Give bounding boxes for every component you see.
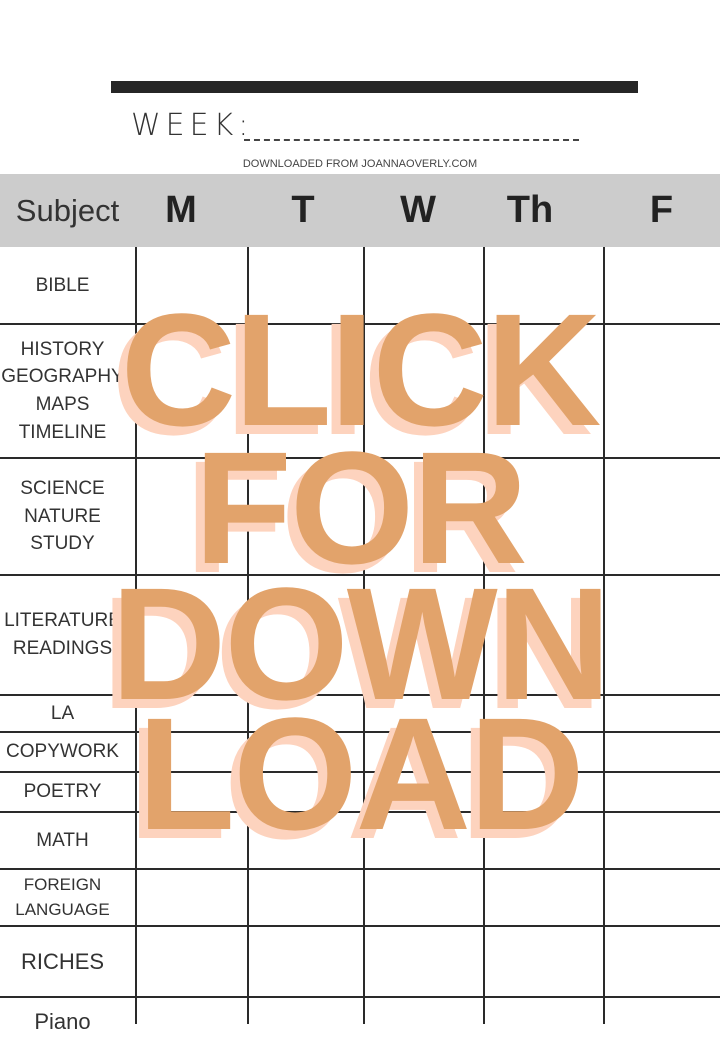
planner-cell[interactable] — [365, 577, 482, 694]
planner-cell[interactable] — [605, 734, 719, 771]
planner-cell[interactable] — [485, 871, 602, 925]
planner-cell[interactable] — [365, 734, 482, 771]
column-header-monday: M — [165, 189, 197, 231]
planner-cell[interactable] — [137, 697, 246, 731]
planner-cell[interactable] — [365, 928, 482, 996]
column-header-thursday: Th — [506, 189, 554, 231]
planner-cell[interactable] — [605, 928, 719, 996]
planner-cell[interactable] — [137, 326, 246, 457]
subject-label-line: LITERATURE — [4, 610, 121, 632]
subject-label-line: HISTORY — [20, 338, 105, 360]
column-header-wednesday: W — [400, 189, 436, 231]
subject-label-line: FOREIGN — [23, 874, 102, 894]
planner-cell[interactable] — [485, 999, 602, 1046]
title-bar — [111, 81, 638, 93]
planner-cell[interactable] — [249, 249, 362, 323]
planner-cell[interactable] — [249, 460, 362, 574]
planner-cell[interactable] — [485, 774, 602, 811]
planner-cell[interactable] — [249, 999, 362, 1046]
planner-cell[interactable] — [605, 774, 719, 811]
planner-cell[interactable] — [365, 697, 482, 731]
subject-label: POETRY — [0, 772, 125, 812]
column-header-friday: F — [649, 189, 674, 231]
subject-label: LA — [0, 695, 125, 732]
planner-cell[interactable] — [485, 814, 602, 868]
subject-label-line: LA — [50, 702, 75, 724]
planner-cell[interactable] — [485, 249, 602, 323]
subject-label: FOREIGN LANGUAGE — [0, 869, 125, 926]
subject-label-line: LANGUAGE — [15, 899, 110, 919]
planner-cell[interactable] — [249, 928, 362, 996]
subject-label: BIBLE — [0, 247, 125, 324]
planner-cell[interactable] — [137, 928, 246, 996]
planner-cell[interactable] — [137, 871, 246, 925]
credit-text: DOWNLOADED FROM JOANNAOVERLY.COM — [242, 158, 478, 170]
planner-cell[interactable] — [605, 249, 719, 323]
planner-cell[interactable] — [605, 577, 719, 694]
subject-label: LITERATURE READINGS — [0, 575, 125, 695]
subject-label-line: MATH — [36, 829, 89, 851]
planner-cell[interactable] — [137, 774, 246, 811]
planner-cell[interactable] — [137, 814, 246, 868]
planner-cell[interactable] — [605, 697, 719, 731]
subject-label-line: SCIENCE — [20, 478, 105, 500]
subject-label: Piano — [0, 997, 125, 1047]
planner-cell[interactable] — [485, 697, 602, 731]
planner-cell[interactable] — [605, 999, 719, 1046]
planner-cell[interactable] — [485, 326, 602, 457]
subject-label-line: Piano — [34, 1009, 91, 1035]
planner-cell[interactable] — [137, 249, 246, 323]
subject-label-line: STUDY — [30, 533, 95, 555]
planner-cell[interactable] — [365, 774, 482, 811]
planner-cell[interactable] — [605, 326, 719, 457]
subject-label: COPYWORK — [0, 732, 125, 772]
planner-cell[interactable] — [365, 460, 482, 574]
planner-cell[interactable] — [137, 460, 246, 574]
subject-label-line: BIBLE — [35, 274, 90, 296]
subject-label-line: NATURE — [24, 505, 101, 527]
planner-cell[interactable] — [485, 734, 602, 771]
planner-cell[interactable] — [485, 928, 602, 996]
column-header-subject: Subject — [15, 193, 120, 228]
planner-cell[interactable] — [605, 871, 719, 925]
planner-cell[interactable] — [365, 814, 482, 868]
planner-cell[interactable] — [249, 697, 362, 731]
subject-label-line: MAPS — [35, 394, 90, 415]
planner-cell[interactable] — [605, 814, 719, 868]
subject-label-line: TIMELINE — [18, 421, 107, 443]
planner-cell[interactable] — [485, 577, 602, 694]
planner-cell[interactable] — [249, 734, 362, 771]
column-header-tuesday: T — [291, 189, 315, 231]
subject-label: RICHES — [0, 926, 125, 997]
planner-cell[interactable] — [365, 249, 482, 323]
planner-cell[interactable] — [485, 460, 602, 574]
subject-label-line: COPYWORK — [6, 741, 119, 763]
planner-cell[interactable] — [249, 326, 362, 457]
week-input-line[interactable] — [244, 139, 579, 141]
planner-cell[interactable] — [365, 999, 482, 1046]
subject-label-line: READINGS — [12, 638, 113, 659]
subject-label-line: POETRY — [23, 781, 102, 803]
subject-label: MATH — [0, 812, 125, 869]
planner-cell[interactable] — [249, 871, 362, 925]
planner-cell[interactable] — [365, 871, 482, 925]
planner-cell[interactable] — [249, 577, 362, 694]
week-label: WEEK: — [131, 108, 254, 143]
table-header: Subject M T W Th F — [0, 174, 720, 247]
planner-cell[interactable] — [249, 814, 362, 868]
planner-cell[interactable] — [365, 326, 482, 457]
planner-cell[interactable] — [249, 774, 362, 811]
planner-cell[interactable] — [137, 734, 246, 771]
planner-cell[interactable] — [605, 460, 719, 574]
planner-cell[interactable] — [137, 999, 246, 1046]
subject-label-line: RICHES — [20, 948, 105, 974]
subject-label: HISTORY GEOGRAPHY MAPS TIMELINE — [0, 324, 125, 458]
subject-label: SCIENCE NATURE STUDY — [0, 458, 125, 575]
planner-cell[interactable] — [137, 577, 246, 694]
subject-label-line: GEOGRAPHY — [1, 366, 124, 388]
